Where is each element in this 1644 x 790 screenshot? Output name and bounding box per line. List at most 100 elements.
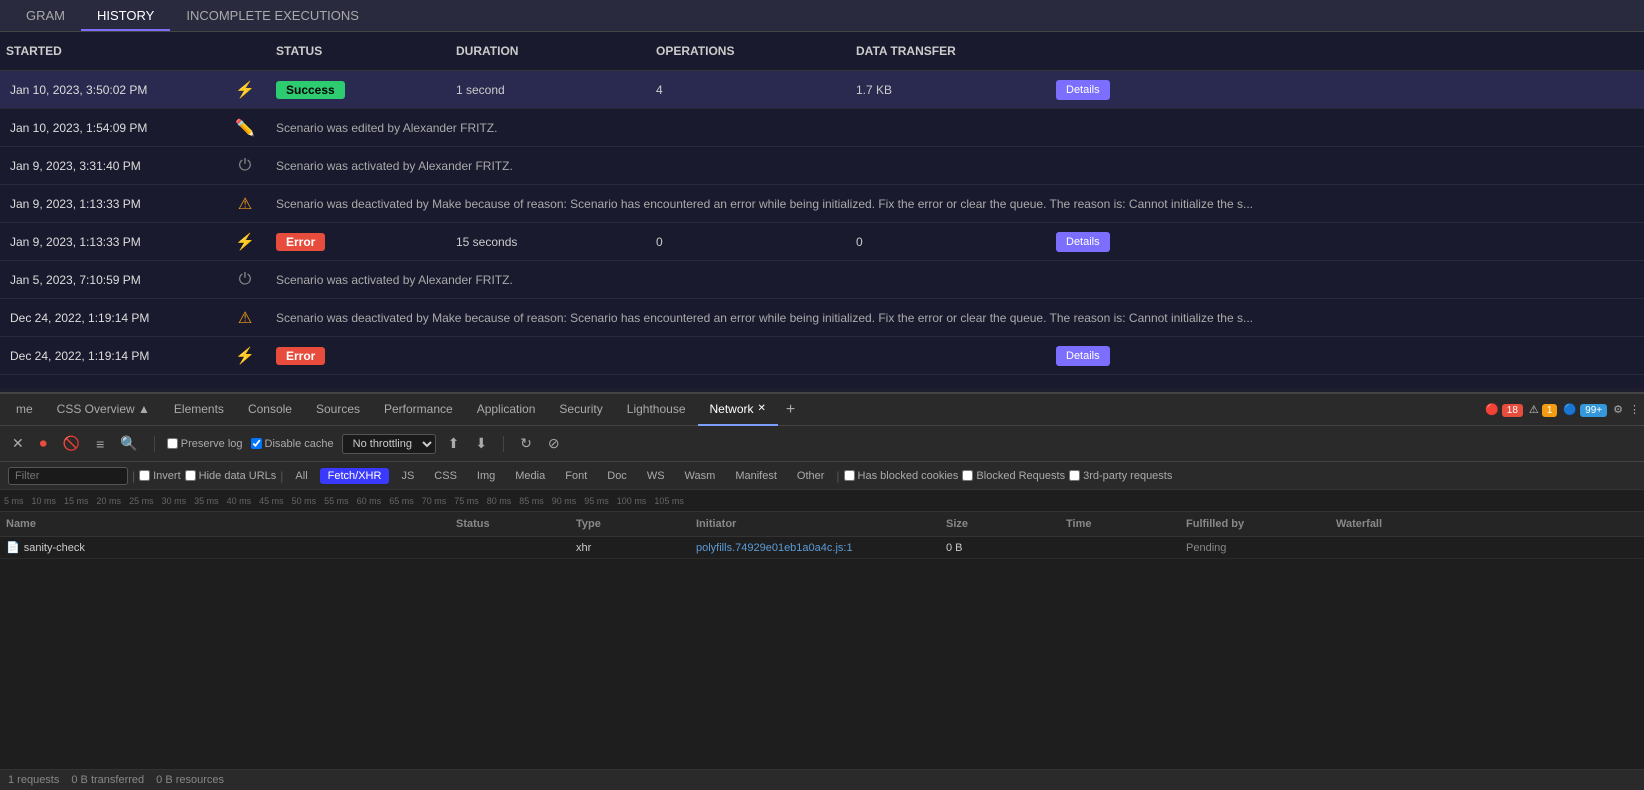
filter-img[interactable]: Img	[469, 468, 503, 484]
cell-operations	[650, 352, 850, 360]
filter-wasm[interactable]: Wasm	[677, 468, 724, 484]
cell-started: Dec 24, 2022, 1:19:14 PM	[0, 307, 220, 329]
filter-all[interactable]: All	[287, 468, 315, 484]
cell-status: Error	[270, 343, 450, 369]
cell-duration	[450, 352, 650, 360]
filter-js[interactable]: JS	[393, 468, 422, 484]
tab-gram[interactable]: GRAM	[10, 2, 81, 31]
reload-button[interactable]: ↻	[516, 433, 536, 454]
devtools-tab-bar: me CSS Overview ▲ Elements Console Sourc…	[0, 394, 1644, 426]
cell-started: Jan 9, 2023, 1:13:33 PM	[0, 231, 220, 253]
details-button[interactable]: Details	[1056, 346, 1110, 366]
close-devtools-button[interactable]: ✕	[8, 433, 28, 454]
devtools-controls-bar: ✕ ⏺ 🚫 ≡ 🔍 Preserve log Disable cache No …	[0, 426, 1644, 462]
download-icon[interactable]: ⬇	[471, 433, 491, 454]
filter-media[interactable]: Media	[507, 468, 553, 484]
stop-button[interactable]: ⊘	[544, 433, 564, 454]
filter-css[interactable]: CSS	[426, 468, 465, 484]
tab-incomplete-executions[interactable]: INCOMPLETE EXECUTIONS	[170, 2, 375, 31]
filter-ws[interactable]: WS	[639, 468, 673, 484]
initiator-link[interactable]: polyfills.74929e01eb1a0a4c.js:1	[696, 542, 853, 554]
net-cell-name: 📄 sanity-check	[0, 539, 450, 556]
has-blocked-cookies-checkbox[interactable]: Has blocked cookies	[844, 470, 959, 482]
disable-cache-checkbox[interactable]: Disable cache	[251, 438, 334, 450]
devtools-settings-icon[interactable]: ⚙	[1613, 403, 1623, 416]
cell-message: Scenario was deactivated by Make because…	[270, 193, 1644, 215]
filter-manifest[interactable]: Manifest	[727, 468, 785, 484]
tab-devtools-network[interactable]: Network ✕	[698, 394, 778, 426]
network-row[interactable]: 📄 sanity-check xhr polyfills.74929e01eb1…	[0, 537, 1644, 559]
table-row: Jan 10, 2023, 1:54:09 PM ✏️ Scenario was…	[0, 109, 1644, 147]
preserve-log-checkbox[interactable]: Preserve log	[167, 438, 243, 450]
transferred-size: 0 B transferred	[71, 774, 144, 786]
devtools-footer: 1 requests 0 B transferred 0 B resources	[0, 769, 1644, 790]
top-tab-bar: GRAM HISTORY INCOMPLETE EXECUTIONS	[0, 0, 1644, 32]
details-button[interactable]: Details	[1056, 80, 1110, 100]
search-button[interactable]: 🔍	[116, 433, 141, 454]
header-initiator: Initiator	[690, 516, 940, 532]
upload-icon[interactable]: ⬆	[444, 433, 464, 454]
cell-started: Jan 9, 2023, 3:31:40 PM	[0, 155, 220, 177]
devtools-more-icon[interactable]: ⋮	[1629, 403, 1640, 416]
tab-devtools-console[interactable]: Console	[236, 394, 304, 426]
timeline-bar: 5 ms 10 ms 15 ms 20 ms 25 ms 30 ms 35 ms…	[0, 490, 1644, 512]
invert-checkbox[interactable]: Invert	[139, 470, 181, 482]
table-row: Dec 24, 2022, 1:19:14 PM ⚠ Scenario was …	[0, 299, 1644, 337]
tab-devtools-sources[interactable]: Sources	[304, 394, 372, 426]
cell-message: Scenario was activated by Alexander FRIT…	[270, 269, 1644, 291]
header-started: STARTED	[0, 40, 220, 62]
power-icon: ⏻	[220, 153, 270, 179]
net-cell-size: 0 B	[940, 540, 1060, 556]
filter-input[interactable]	[8, 467, 128, 485]
cell-operations: 0	[650, 231, 850, 253]
tab-devtools-css-overview[interactable]: CSS Overview ▲	[45, 394, 162, 426]
record-button[interactable]: ⏺	[36, 433, 51, 454]
devtools-toolbar-right: 🔴 18 ⚠ 1 🔵 99+ ⚙ ⋮	[1485, 403, 1640, 416]
error-count-badge: 🔴 18	[1485, 403, 1523, 416]
cell-duration: 1 second	[450, 79, 650, 101]
history-table: STARTED STATUS DURATION OPERATIONS DATA …	[0, 32, 1644, 388]
tab-history[interactable]: HISTORY	[81, 2, 170, 31]
network-table-header: Name Status Type Initiator Size Time Ful…	[0, 512, 1644, 537]
table-row: Jan 5, 2023, 7:10:59 PM ⏻ Scenario was a…	[0, 261, 1644, 299]
edit-icon: ✏️	[220, 114, 270, 142]
blocked-requests-checkbox[interactable]: Blocked Requests	[962, 470, 1065, 482]
file-icon: 📄	[6, 541, 20, 554]
net-cell-initiator: polyfills.74929e01eb1a0a4c.js:1	[690, 540, 940, 556]
details-button[interactable]: Details	[1056, 232, 1110, 252]
header-datatransfer: DATA TRANSFER	[850, 40, 1050, 62]
clear-button[interactable]: 🚫	[59, 433, 84, 454]
header-status: Status	[450, 516, 570, 532]
cell-actions: Details	[1050, 228, 1644, 256]
bolt-icon: ⚡	[220, 342, 270, 370]
tab-devtools-elements[interactable]: Elements	[162, 394, 236, 426]
warning-icon: ⚠	[220, 190, 270, 218]
cell-started: Jan 10, 2023, 3:50:02 PM	[0, 79, 220, 101]
cell-datatransfer	[850, 352, 1050, 360]
header-status: STATUS	[270, 40, 450, 62]
throttle-select[interactable]: No throttling	[342, 434, 436, 454]
table-header-row: STARTED STATUS DURATION OPERATIONS DATA …	[0, 32, 1644, 71]
network-filter-bar: | Invert Hide data URLs | All Fetch/XHR …	[0, 462, 1644, 490]
tab-devtools-security[interactable]: Security	[547, 394, 614, 426]
filter-other[interactable]: Other	[789, 468, 833, 484]
close-network-tab-icon[interactable]: ✕	[758, 403, 766, 414]
hide-data-urls-checkbox[interactable]: Hide data URLs	[185, 470, 277, 482]
filter-doc[interactable]: Doc	[599, 468, 635, 484]
filter-font[interactable]: Font	[557, 468, 595, 484]
request-count: 1 requests	[8, 774, 59, 786]
table-row: Dec 24, 2022, 1:19:14 PM ⚡ Error Details	[0, 337, 1644, 375]
add-tab-button[interactable]: +	[778, 397, 803, 423]
tab-devtools-application[interactable]: Application	[465, 394, 548, 426]
filter-toggle-button[interactable]: ≡	[92, 434, 108, 454]
header-name: Name	[0, 516, 450, 532]
header-fulfilled-by: Fulfilled by	[1180, 516, 1330, 532]
header-icon	[220, 47, 270, 55]
tab-devtools-lighthouse[interactable]: Lighthouse	[615, 394, 698, 426]
tab-devtools-me[interactable]: me	[4, 394, 45, 426]
tab-devtools-performance[interactable]: Performance	[372, 394, 465, 426]
network-table: Name Status Type Initiator Size Time Ful…	[0, 512, 1644, 769]
header-size: Size	[940, 516, 1060, 532]
filter-fetch-xhr[interactable]: Fetch/XHR	[320, 468, 390, 484]
third-party-requests-checkbox[interactable]: 3rd-party requests	[1069, 470, 1172, 482]
